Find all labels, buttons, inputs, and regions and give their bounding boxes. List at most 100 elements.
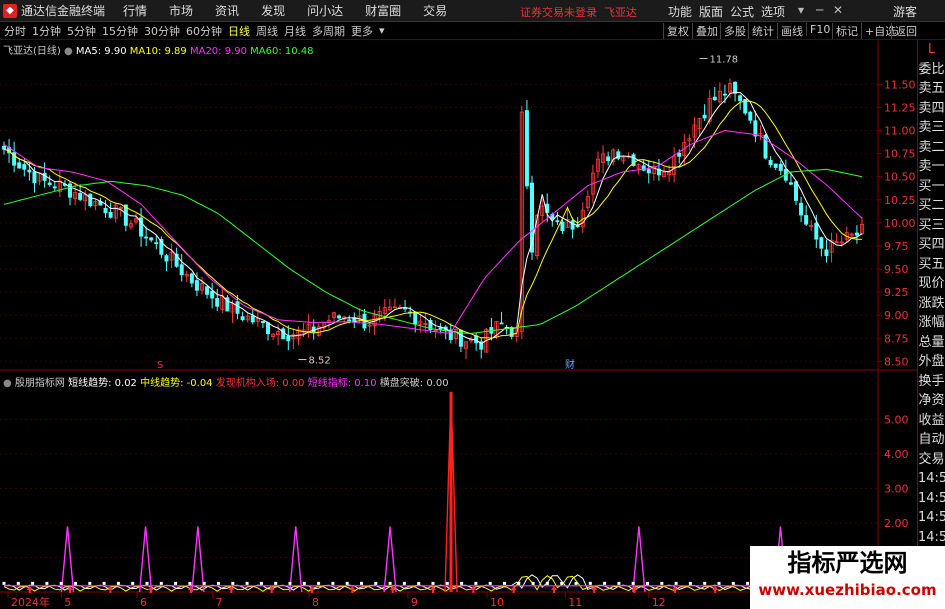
candle-body bbox=[78, 193, 83, 200]
ma5-line bbox=[3, 91, 863, 345]
date-tick-label: 6 bbox=[140, 596, 147, 609]
short-trend-label: 短线趋势: 0.02 bbox=[68, 378, 137, 389]
candle-body bbox=[804, 215, 809, 225]
candle-body bbox=[88, 193, 93, 207]
candle-body bbox=[215, 298, 220, 307]
candle-body bbox=[738, 95, 743, 102]
candle-body bbox=[819, 237, 824, 249]
sidebar-item-18[interactable]: 收益 bbox=[918, 411, 945, 431]
candle-body bbox=[337, 315, 342, 319]
breakout-marker bbox=[460, 581, 464, 585]
breakout-marker bbox=[746, 581, 750, 585]
breakout-marker bbox=[116, 581, 120, 585]
breakout-marker bbox=[603, 581, 607, 585]
sidebar-item-7[interactable]: 买二 bbox=[918, 196, 945, 216]
candle-body bbox=[778, 163, 783, 171]
sidebar-item-9[interactable]: 买四 bbox=[918, 235, 945, 255]
sidebar-item-14[interactable]: 总量 bbox=[918, 333, 945, 353]
ma60-line bbox=[3, 168, 863, 334]
breakout-marker bbox=[288, 581, 292, 585]
sidebar-item-23[interactable]: 14:56 bbox=[918, 508, 945, 528]
sidebar-item-13[interactable]: 涨幅 bbox=[918, 313, 945, 333]
chart-title: 飞亚达(日线) bbox=[3, 46, 61, 57]
indicator-settings-icon[interactable]: ● bbox=[3, 378, 12, 389]
candle-body bbox=[240, 316, 245, 321]
sidebar-item-5[interactable]: 卖一 bbox=[918, 157, 945, 177]
breakout-marker bbox=[517, 581, 521, 585]
candle-body bbox=[753, 120, 758, 137]
sidebar-item-24[interactable]: 14:56 bbox=[918, 528, 945, 548]
candle-body bbox=[210, 290, 215, 299]
sidebar-item-15[interactable]: 外盘 bbox=[918, 352, 945, 372]
breakout-marker bbox=[617, 581, 621, 585]
finance-marker[interactable]: 财 bbox=[565, 358, 575, 371]
candle-body bbox=[794, 181, 799, 201]
low-price-label: 8.52 bbox=[308, 356, 330, 367]
indicator-tick-label: 3.00 bbox=[884, 483, 909, 496]
sidebar-item-3[interactable]: 卖三 bbox=[918, 118, 945, 138]
candle-body bbox=[286, 335, 291, 342]
price-tick-label: 8.50 bbox=[884, 355, 909, 368]
sidebar-item-17[interactable]: 净资 bbox=[918, 391, 945, 411]
candle-body bbox=[560, 221, 565, 232]
sidebar-item-0[interactable]: 委比 bbox=[918, 60, 945, 80]
candle-body bbox=[524, 110, 529, 187]
candle-body bbox=[27, 169, 32, 173]
candle-body bbox=[108, 211, 113, 218]
sidebar-item-1[interactable]: 卖五 bbox=[918, 79, 945, 99]
date-tick-label: 11 bbox=[568, 596, 582, 609]
sidebar-item-12[interactable]: 涨跌 bbox=[918, 294, 945, 314]
candle-body bbox=[733, 81, 738, 94]
breakout-marker bbox=[588, 581, 592, 585]
kline-chart[interactable]: 11.50 11.25 11.00 10.75 10.50 10.25 10.00 9.75 9… bbox=[0, 0, 917, 609]
sidebar-item-20[interactable]: 交易 bbox=[918, 450, 945, 470]
candle-body bbox=[712, 96, 717, 101]
indicator-spike bbox=[632, 526, 646, 593]
candle-body bbox=[799, 202, 804, 216]
sidebar-item-2[interactable]: 卖四 bbox=[918, 99, 945, 119]
sidebar-item-4[interactable]: 卖二 bbox=[918, 138, 945, 158]
breakout-marker bbox=[331, 581, 335, 585]
breakout-marker bbox=[474, 581, 478, 585]
price-tick-label: 9.75 bbox=[884, 240, 909, 253]
breakout-marker bbox=[731, 581, 735, 585]
breakout-marker bbox=[574, 581, 578, 585]
price-tick-label: 10.75 bbox=[884, 148, 916, 161]
ma10-label: MA10: 9.89 bbox=[129, 46, 187, 57]
sidebar-item-11[interactable]: 现价 bbox=[918, 274, 945, 294]
ma20-line bbox=[3, 129, 863, 334]
date-tick-label: 9 bbox=[411, 596, 418, 609]
s-marker: S bbox=[157, 360, 163, 371]
candle-body bbox=[748, 111, 753, 121]
candle-body bbox=[854, 232, 859, 236]
sidebar-top-label[interactable]: L bbox=[918, 40, 945, 60]
sidebar-item-21[interactable]: 14:56 bbox=[918, 469, 945, 489]
breakout-marker bbox=[145, 581, 149, 585]
breakout-marker bbox=[302, 581, 306, 585]
breakout-marker bbox=[274, 581, 278, 585]
price-tick-label: 9.25 bbox=[884, 286, 909, 299]
sidebar-item-22[interactable]: 14:56 bbox=[918, 489, 945, 509]
candle-body bbox=[646, 169, 651, 174]
settings-icon[interactable]: ● bbox=[64, 46, 73, 57]
mid-trend-label: 中线趋势: -0.04 bbox=[140, 378, 213, 389]
sidebar-item-10[interactable]: 买五 bbox=[918, 255, 945, 275]
sidebar-item-6[interactable]: 买一 bbox=[918, 177, 945, 197]
candle-body bbox=[499, 322, 504, 325]
sidebar-item-19[interactable]: 自动 bbox=[918, 430, 945, 450]
breakout-marker bbox=[431, 581, 435, 585]
candle-body bbox=[103, 207, 108, 214]
sidebar-item-8[interactable]: 买三 bbox=[918, 216, 945, 236]
candle-body bbox=[179, 264, 184, 276]
watermark-url: www.xuezhibiao.com bbox=[758, 581, 937, 599]
candle-body bbox=[722, 93, 727, 96]
price-tick-label: 10.00 bbox=[884, 217, 916, 230]
candle-body bbox=[438, 327, 443, 330]
candle-body bbox=[788, 182, 793, 185]
date-tick-label: 12 bbox=[652, 596, 666, 609]
candle-body bbox=[677, 152, 682, 157]
breakout-marker bbox=[159, 581, 163, 585]
breakout-marker bbox=[503, 581, 506, 585]
high-price-label: 11.78 bbox=[710, 54, 739, 65]
sidebar-item-16[interactable]: 换手 bbox=[918, 372, 945, 392]
